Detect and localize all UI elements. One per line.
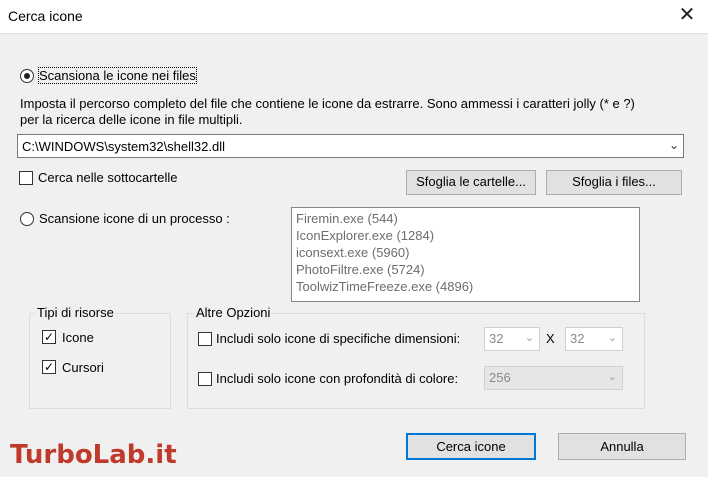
process-listbox[interactable]: Firemin.exe (544) IconExplorer.exe (1284… — [291, 207, 640, 302]
width-select[interactable]: 32 ⌄ — [484, 327, 540, 351]
search-icons-button[interactable]: Cerca icone — [406, 433, 536, 460]
size-filter-checkbox[interactable] — [198, 332, 212, 346]
title-bar — [0, 0, 708, 33]
color-depth-select[interactable]: 256 ⌄ — [484, 366, 623, 390]
other-options-title: Altre Opzioni — [194, 305, 273, 320]
resource-types-title: Tipi di risorse — [35, 305, 116, 320]
description-line-2: per la ricerca delle icone in file multi… — [20, 112, 243, 127]
browse-folders-button[interactable]: Sfoglia le cartelle... — [406, 170, 536, 195]
description-line-1: Imposta il percorso completo del file ch… — [20, 96, 635, 111]
subfolders-label[interactable]: Cerca nelle sottocartelle — [38, 170, 177, 185]
scan-process-radio[interactable] — [20, 212, 34, 226]
list-item[interactable]: iconsext.exe (5960) — [296, 245, 409, 260]
list-item[interactable]: IconExplorer.exe (1284) — [296, 228, 434, 243]
cursors-checkbox[interactable]: ✓ — [42, 360, 56, 374]
path-combobox[interactable]: C:\WINDOWS\system32\shell32.dll ⌄ — [17, 134, 684, 158]
browse-files-button[interactable]: Sfoglia i files... — [546, 170, 682, 195]
list-item[interactable]: ToolwizTimeFreeze.exe (4896) — [296, 279, 473, 294]
scan-files-radio[interactable] — [20, 69, 34, 83]
scan-files-label[interactable]: Scansiona le icone nei files — [38, 67, 197, 84]
chevron-down-icon: ⌄ — [524, 332, 534, 344]
list-item[interactable]: PhotoFiltre.exe (5724) — [296, 262, 425, 277]
depth-filter-checkbox[interactable] — [198, 372, 212, 386]
height-select[interactable]: 32 ⌄ — [565, 327, 623, 351]
list-item[interactable]: Firemin.exe (544) — [296, 211, 398, 226]
depth-filter-label[interactable]: Includi solo icone con profondità di col… — [216, 371, 458, 386]
chevron-down-icon[interactable]: ⌄ — [669, 138, 679, 152]
width-value: 32 — [489, 331, 504, 346]
icons-checkbox[interactable]: ✓ — [42, 330, 56, 344]
color-depth-value: 256 — [489, 370, 511, 385]
scan-process-label[interactable]: Scansione icone di un processo : — [39, 211, 230, 226]
cursors-label[interactable]: Cursori — [62, 360, 104, 375]
close-icon[interactable]: ✕ — [678, 5, 696, 25]
icons-label[interactable]: Icone — [62, 330, 94, 345]
path-value[interactable]: C:\WINDOWS\system32\shell32.dll — [22, 139, 225, 154]
watermark-logo: TurboLab.it — [10, 440, 177, 470]
size-filter-label[interactable]: Includi solo icone di specifiche dimensi… — [216, 331, 460, 346]
height-value: 32 — [570, 331, 585, 346]
chevron-down-icon: ⌄ — [607, 371, 617, 383]
cancel-button[interactable]: Annulla — [558, 433, 686, 460]
window-title: Cerca icone — [8, 8, 83, 24]
chevron-down-icon: ⌄ — [607, 332, 617, 344]
times-label: X — [546, 331, 555, 346]
subfolders-checkbox[interactable] — [19, 171, 33, 185]
